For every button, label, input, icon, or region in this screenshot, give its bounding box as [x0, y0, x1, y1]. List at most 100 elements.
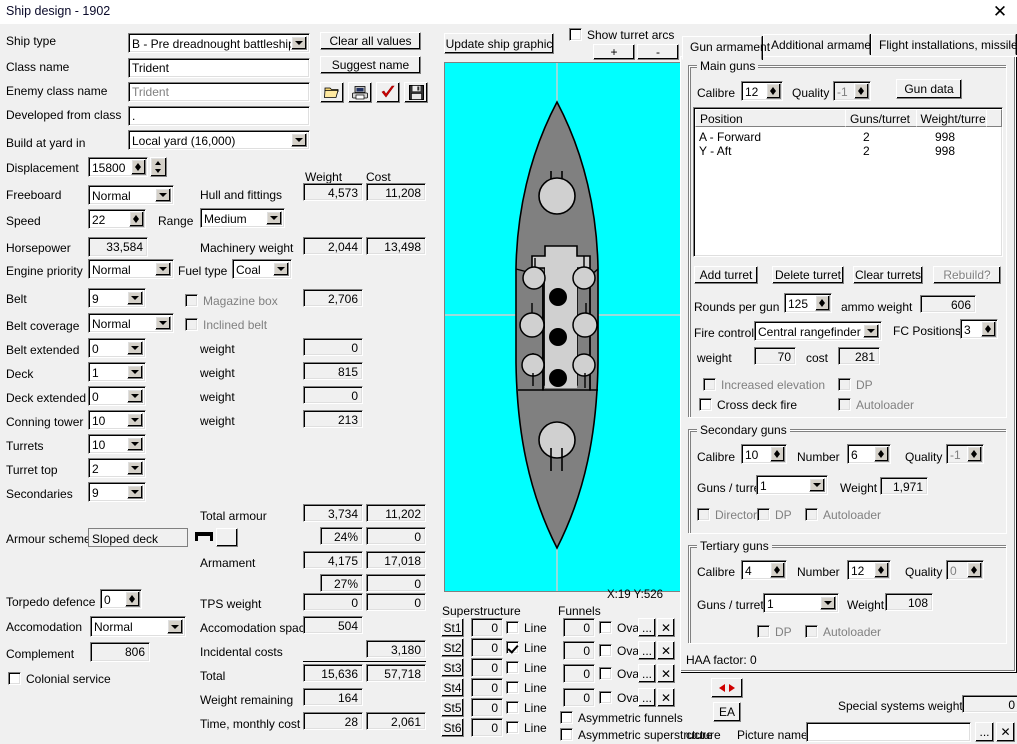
- freeboard-combo[interactable]: Normal: [88, 185, 174, 205]
- st6-line-checkbox[interactable]: Line: [506, 721, 547, 735]
- chevron-down-icon[interactable]: [155, 316, 171, 330]
- st6-value[interactable]: 0: [471, 718, 503, 737]
- deck-extended-combo[interactable]: 0: [88, 386, 146, 406]
- main-calibre-stepper[interactable]: [766, 83, 781, 99]
- tertiary-number-stepper[interactable]: [874, 562, 889, 578]
- belt-combo[interactable]: 9: [88, 288, 146, 308]
- funnel3-oval-checkbox[interactable]: Oval: [599, 667, 642, 681]
- print-button[interactable]: [348, 82, 372, 103]
- secondary-calibre-input[interactable]: 10: [741, 444, 787, 464]
- engine-priority-combo[interactable]: Normal: [88, 259, 174, 279]
- tab-flight-installations[interactable]: Flight installations, missiles: [871, 34, 1017, 55]
- funnel1-oval-checkbox[interactable]: Oval: [599, 621, 642, 635]
- chevron-down-icon[interactable]: [291, 133, 307, 147]
- checkbox-box[interactable]: [599, 644, 612, 657]
- tertiary-guns-per-turret-combo[interactable]: 1: [763, 593, 839, 613]
- tab-additional-armament[interactable]: Additional armament: [763, 34, 881, 55]
- tertiary-quality-stepper[interactable]: [967, 562, 982, 578]
- speed-stepper[interactable]: [129, 211, 144, 227]
- asymmetric-funnels-checkbox[interactable]: Asymmetric funnels: [560, 711, 683, 725]
- accomodation-combo[interactable]: Normal: [90, 616, 186, 637]
- rounds-per-gun-stepper[interactable]: [815, 295, 830, 311]
- funnel4-clear-button[interactable]: ✕: [657, 688, 675, 707]
- chevron-down-icon[interactable]: [155, 188, 171, 202]
- column-weight-per-turret[interactable]: Weight/turret: [915, 109, 988, 127]
- funnel2-browse-button[interactable]: ...: [638, 641, 656, 660]
- fuel-type-combo[interactable]: Coal: [232, 259, 292, 279]
- tertiary-calibre-stepper[interactable]: [770, 562, 785, 578]
- chevron-down-icon[interactable]: [266, 211, 282, 225]
- tab-gun-armament[interactable]: Gun armament: [682, 36, 770, 60]
- gun-data-button[interactable]: Gun data: [896, 79, 962, 99]
- flip-view-button[interactable]: [711, 678, 743, 698]
- armour-scheme-button[interactable]: [216, 528, 238, 547]
- funnel1-browse-button[interactable]: ...: [638, 618, 656, 637]
- chevron-down-icon[interactable]: [127, 461, 143, 475]
- rounds-per-gun-input[interactable]: 125: [784, 293, 832, 313]
- funnel2-value[interactable]: 0: [563, 641, 595, 660]
- colonial-service-checkbox[interactable]: Colonial service: [8, 672, 111, 686]
- st5-value[interactable]: 0: [471, 698, 503, 717]
- column-position[interactable]: Position: [695, 109, 846, 127]
- checkbox-box[interactable]: [506, 721, 519, 734]
- checkbox-box[interactable]: [599, 621, 612, 634]
- funnel3-value[interactable]: 0: [563, 664, 595, 683]
- main-quality-input[interactable]: -1: [833, 81, 871, 101]
- developed-from-class-input[interactable]: .: [128, 106, 310, 126]
- fire-control-combo[interactable]: Central rangefinder: [754, 321, 882, 341]
- tertiary-number-input[interactable]: 12: [847, 560, 891, 580]
- zoom-out-button[interactable]: -: [637, 44, 679, 60]
- main-quality-stepper[interactable]: [854, 83, 869, 99]
- picture-clear-button[interactable]: ✕: [996, 722, 1015, 742]
- st4-value[interactable]: 0: [471, 678, 503, 697]
- chevron-down-icon[interactable]: [273, 262, 289, 276]
- table-row[interactable]: A - Forward 2 998: [696, 130, 1002, 144]
- st2-line-checkbox[interactable]: Line: [506, 641, 547, 655]
- checkbox-box[interactable]: [506, 621, 519, 634]
- turret-top-combo[interactable]: 2: [88, 458, 146, 478]
- displacement-input[interactable]: 15800: [88, 157, 148, 177]
- clear-turrets-button[interactable]: Clear turrets: [853, 266, 923, 284]
- funnel3-clear-button[interactable]: ✕: [657, 664, 675, 683]
- checkbox-box[interactable]: [506, 701, 519, 714]
- funnel4-browse-button[interactable]: ...: [638, 688, 656, 707]
- st1-button[interactable]: St1: [441, 618, 464, 637]
- close-icon[interactable]: ✕: [989, 2, 1011, 22]
- chevron-down-icon[interactable]: [167, 619, 183, 634]
- chevron-down-icon[interactable]: [127, 485, 143, 499]
- checkbox-box[interactable]: [699, 398, 712, 411]
- chevron-down-icon[interactable]: [127, 413, 143, 427]
- checkbox-box[interactable]: [8, 672, 21, 685]
- tertiary-calibre-input[interactable]: 4: [741, 560, 787, 580]
- displacement-stepper[interactable]: [131, 159, 146, 175]
- ea-button[interactable]: EA: [713, 702, 741, 722]
- funnel1-clear-button[interactable]: ✕: [657, 618, 675, 637]
- cross-deck-fire-checkbox[interactable]: Cross deck fire: [699, 398, 797, 412]
- checkbox-box[interactable]: [506, 641, 519, 654]
- st4-line-checkbox[interactable]: Line: [506, 681, 547, 695]
- chevron-down-icon[interactable]: [127, 365, 143, 379]
- checkbox-box[interactable]: [506, 681, 519, 694]
- speed-input[interactable]: 22: [88, 209, 146, 229]
- build-at-yard-combo[interactable]: Local yard (16,000): [128, 130, 310, 150]
- ship-graphic-canvas[interactable]: [444, 62, 682, 592]
- chevron-down-icon[interactable]: [127, 437, 143, 451]
- secondary-number-input[interactable]: 6: [847, 444, 891, 464]
- checkbox-box[interactable]: [569, 28, 582, 41]
- chevron-down-icon[interactable]: [127, 389, 143, 403]
- funnel1-value[interactable]: 0: [563, 618, 595, 637]
- column-spare[interactable]: [986, 109, 1002, 127]
- update-ship-graphic-button[interactable]: Update ship graphic: [444, 33, 554, 54]
- delete-turret-button[interactable]: Delete turret: [772, 266, 844, 284]
- st3-button[interactable]: St3: [441, 658, 464, 677]
- chevron-down-icon[interactable]: [155, 262, 171, 276]
- chevron-down-icon[interactable]: [291, 36, 307, 50]
- chevron-down-icon[interactable]: [127, 341, 143, 355]
- checkbox-box[interactable]: [560, 728, 573, 741]
- secondaries-combo[interactable]: 9: [88, 482, 146, 502]
- st2-button[interactable]: St2: [441, 638, 464, 657]
- st5-button[interactable]: St5: [441, 698, 464, 717]
- chevron-down-icon[interactable]: [820, 596, 836, 610]
- st1-value[interactable]: 0: [471, 618, 503, 637]
- ship-type-combo[interactable]: B - Pre dreadnought battleship: [128, 33, 310, 53]
